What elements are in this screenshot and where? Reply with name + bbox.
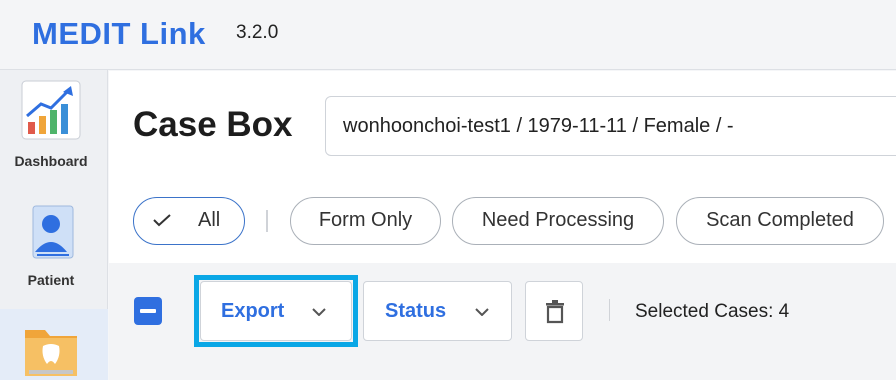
dashboard-chart-icon: [21, 80, 81, 140]
filter-need-processing-chip[interactable]: Need Processing: [452, 197, 664, 245]
status-label: Status: [385, 300, 447, 322]
filter-label: Need Processing: [481, 209, 635, 231]
export-label: Export: [221, 300, 285, 322]
case-toolbar: Export Status Selected Cases: 4: [109, 263, 896, 380]
selected-cases-count: Selected Cases: 4: [635, 301, 790, 322]
main-content: Case Box wonhoonchoi-test1 / 1979-11-11 …: [109, 71, 896, 380]
case-box-folder-icon: [25, 330, 77, 376]
filter-label: Scan Completed: [706, 209, 854, 231]
sidebar-item-label: Patient: [27, 272, 75, 288]
patient-info-text: wonhoonchoi-test1 / 1979-11-11 / Female …: [343, 115, 734, 137]
filter-label: Form Only: [318, 209, 413, 231]
sidebar: Dashboard Patient: [0, 70, 108, 380]
divider: [266, 210, 268, 232]
chevron-down-icon: [475, 308, 489, 316]
top-bar: MEDIT Link 3.2.0: [0, 0, 896, 70]
trash-icon: [546, 300, 564, 324]
filter-scan-completed-chip[interactable]: Scan Completed: [676, 197, 884, 245]
filter-label: All: [198, 209, 221, 231]
sidebar-item-dashboard[interactable]: Dashboard: [0, 70, 108, 188]
chevron-down-icon: [312, 308, 326, 316]
app-logo: MEDIT Link: [32, 16, 206, 51]
app-version: 3.2.0: [236, 22, 279, 43]
filter-all-chip[interactable]: All: [133, 197, 245, 245]
page-title: Case Box: [133, 105, 293, 144]
sidebar-item-patient[interactable]: Patient: [0, 188, 108, 308]
sidebar-item-label: Dashboard: [14, 153, 88, 169]
filter-form-only-chip[interactable]: Form Only: [290, 197, 441, 245]
divider: [609, 299, 610, 321]
check-icon: [153, 214, 171, 227]
delete-button[interactable]: [525, 281, 583, 341]
patient-info-field[interactable]: wonhoonchoi-test1 / 1979-11-11 / Female …: [325, 96, 896, 156]
export-dropdown[interactable]: Export: [200, 281, 352, 341]
status-dropdown[interactable]: Status: [363, 281, 512, 341]
patient-icon: [32, 205, 74, 259]
sidebar-item-case-box[interactable]: [0, 309, 108, 380]
select-all-checkbox[interactable]: [134, 297, 162, 325]
